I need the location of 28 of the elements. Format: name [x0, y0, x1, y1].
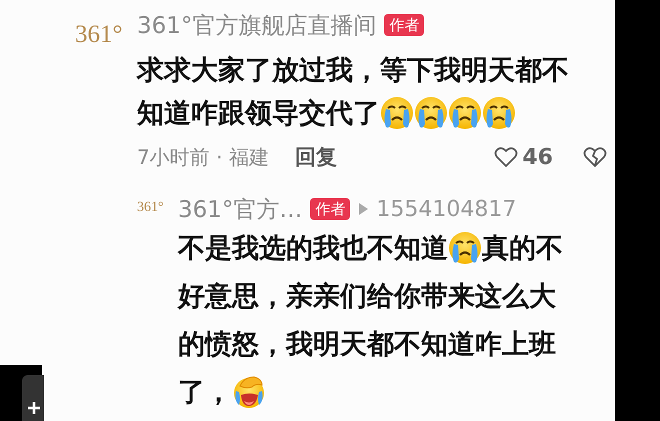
like-count: 46	[522, 144, 553, 170]
side-button[interactable]	[22, 375, 44, 421]
author-name[interactable]: 361°官方旗舰店直播间	[137, 10, 376, 40]
comment-time: 7小时前 · 福建	[137, 144, 269, 170]
crying-face-icon	[448, 96, 482, 130]
reply-text: 真的不	[482, 232, 563, 266]
crying-face-icon	[380, 96, 414, 130]
comment-text: 知道咋跟领导交代了	[137, 96, 380, 130]
crying-face-icon	[448, 231, 482, 265]
crying-face-icon	[482, 96, 516, 130]
reply-text: 好意思，亲亲们给你带来这么大	[178, 280, 556, 314]
reply-text: 了，	[178, 376, 232, 410]
reply-text: 不是我选的我也不知道	[178, 232, 448, 266]
dislike-icon[interactable]	[583, 146, 607, 168]
comment-text: 求求大家了放过我，等下我明天都不	[137, 54, 569, 88]
reply-to-name[interactable]: 1554104817	[376, 196, 516, 222]
crying-face-icon	[414, 96, 448, 130]
like-icon[interactable]	[494, 146, 518, 168]
reply-button[interactable]: 回复	[294, 143, 337, 171]
avatar-logo[interactable]: 361°	[75, 20, 122, 50]
plus-icon	[28, 402, 40, 414]
author-badge: 作者	[384, 14, 424, 36]
reply-text: 的愤怒，我明天都不知道咋上班	[178, 328, 556, 362]
author-badge: 作者	[310, 198, 350, 220]
laughing-face-icon	[232, 375, 266, 409]
reply-arrow-icon	[358, 203, 368, 215]
author-name[interactable]: 361°官方…	[178, 194, 302, 224]
avatar-logo[interactable]: 361°	[137, 199, 164, 217]
